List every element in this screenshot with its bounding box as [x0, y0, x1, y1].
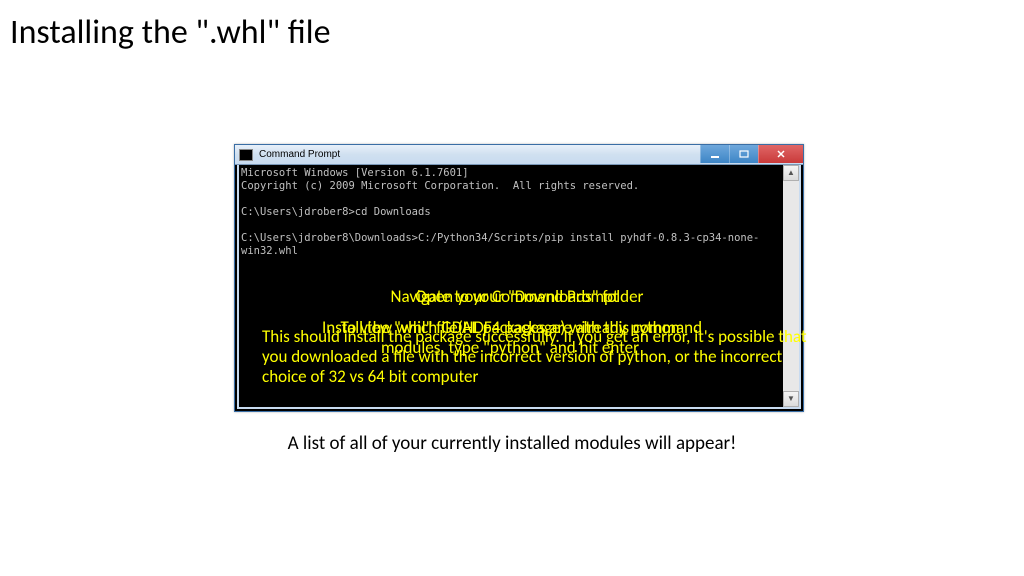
- cmd-line: C:\Users\jdrober8\Downloads>C:/Python34/…: [241, 232, 759, 257]
- title-bar: Command Prompt: [235, 145, 803, 165]
- caption: A list of all of your currently installe…: [0, 432, 1024, 455]
- cmd-line: C:\Users\jdrober8>cd Downloads: [241, 206, 431, 218]
- overlay-error-note: This should install the package successf…: [262, 327, 822, 387]
- cmd-line: Microsoft Windows [Version 6.1.7601]: [241, 167, 469, 179]
- page-title: Installing the ".whl" file: [10, 12, 331, 53]
- window-title: Command Prompt: [259, 149, 340, 160]
- cmd-icon: [239, 149, 253, 161]
- close-button[interactable]: [758, 145, 803, 163]
- overlay-navigate: Navigate to your "Downloads" folder: [352, 287, 682, 307]
- scroll-down-button[interactable]: ▼: [783, 391, 799, 407]
- scroll-up-button[interactable]: ▲: [783, 165, 799, 181]
- maximize-button[interactable]: [729, 145, 758, 163]
- window-controls: [700, 145, 803, 163]
- minimize-button[interactable]: [700, 145, 729, 163]
- cmd-line: Copyright (c) 2009 Microsoft Corporation…: [241, 180, 639, 192]
